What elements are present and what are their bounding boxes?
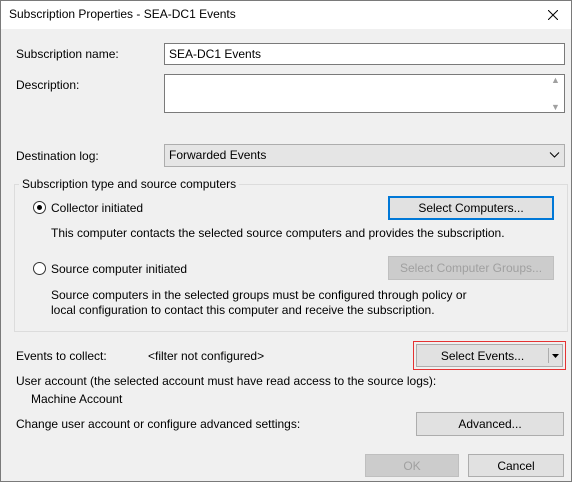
destination-log-select[interactable]: Forwarded Events — [164, 144, 565, 167]
select-computer-groups-button[interactable]: Select Computer Groups... — [388, 256, 554, 280]
destination-log-value: Forwarded Events — [169, 148, 267, 162]
title-bar: Subscription Properties - SEA-DC1 Events — [1, 1, 571, 29]
destination-log-label: Destination log: — [16, 149, 99, 163]
scroll-down-icon[interactable]: ▼ — [551, 102, 560, 112]
source-initiated-description-line2: local configuration to contact this comp… — [51, 303, 435, 317]
cancel-button-label: Cancel — [497, 458, 535, 473]
ok-button-label: OK — [403, 458, 421, 473]
subscription-properties-dialog: Subscription Properties - SEA-DC1 Events… — [0, 0, 572, 482]
subscription-name-value: SEA-DC1 Events — [169, 47, 262, 61]
collector-initiated-radio[interactable] — [33, 201, 46, 214]
select-events-button[interactable]: Select Events... — [417, 345, 548, 366]
source-initiated-label[interactable]: Source computer initiated — [51, 262, 187, 276]
description-scrollbar[interactable]: ▲ ▼ — [547, 75, 564, 112]
ok-button[interactable]: OK — [365, 454, 459, 477]
source-initiated-description-line1: Source computers in the selected groups … — [51, 288, 467, 302]
user-account-label: User account (the selected account must … — [16, 374, 437, 388]
description-label: Description: — [16, 78, 80, 92]
select-events-button-label: Select Events... — [440, 348, 525, 363]
subscription-name-input[interactable]: SEA-DC1 Events — [164, 43, 565, 65]
collector-initiated-label[interactable]: Collector initiated — [51, 201, 143, 215]
advanced-button-label: Advanced... — [458, 417, 522, 431]
select-computers-button-label: Select Computers... — [418, 201, 524, 215]
advanced-button[interactable]: Advanced... — [416, 412, 564, 436]
window-title: Subscription Properties - SEA-DC1 Events — [9, 7, 236, 21]
subscription-type-group-title: Subscription type and source computers — [19, 177, 240, 191]
advanced-settings-label: Change user account or configure advance… — [16, 417, 301, 431]
select-events-dropdown[interactable] — [549, 345, 562, 366]
source-initiated-radio[interactable] — [33, 262, 46, 275]
description-input[interactable]: ▲ ▼ — [164, 74, 565, 113]
select-computers-button[interactable]: Select Computers... — [388, 196, 554, 220]
close-button[interactable] — [535, 1, 571, 29]
collector-initiated-description: This computer contacts the selected sour… — [51, 226, 505, 240]
select-computer-groups-button-label: Select Computer Groups... — [399, 261, 543, 275]
close-icon — [548, 10, 558, 20]
filter-status: <filter not configured> — [148, 349, 265, 363]
scroll-up-icon[interactable]: ▲ — [551, 75, 560, 85]
dropdown-arrow-icon — [552, 353, 559, 358]
subscription-name-label: Subscription name: — [16, 47, 119, 61]
select-events-split-button[interactable]: Select Events... — [413, 341, 566, 370]
chevron-down-icon — [549, 152, 560, 158]
user-account-value: Machine Account — [31, 392, 123, 406]
cancel-button[interactable]: Cancel — [468, 454, 564, 477]
events-to-collect-label: Events to collect: — [16, 349, 107, 363]
